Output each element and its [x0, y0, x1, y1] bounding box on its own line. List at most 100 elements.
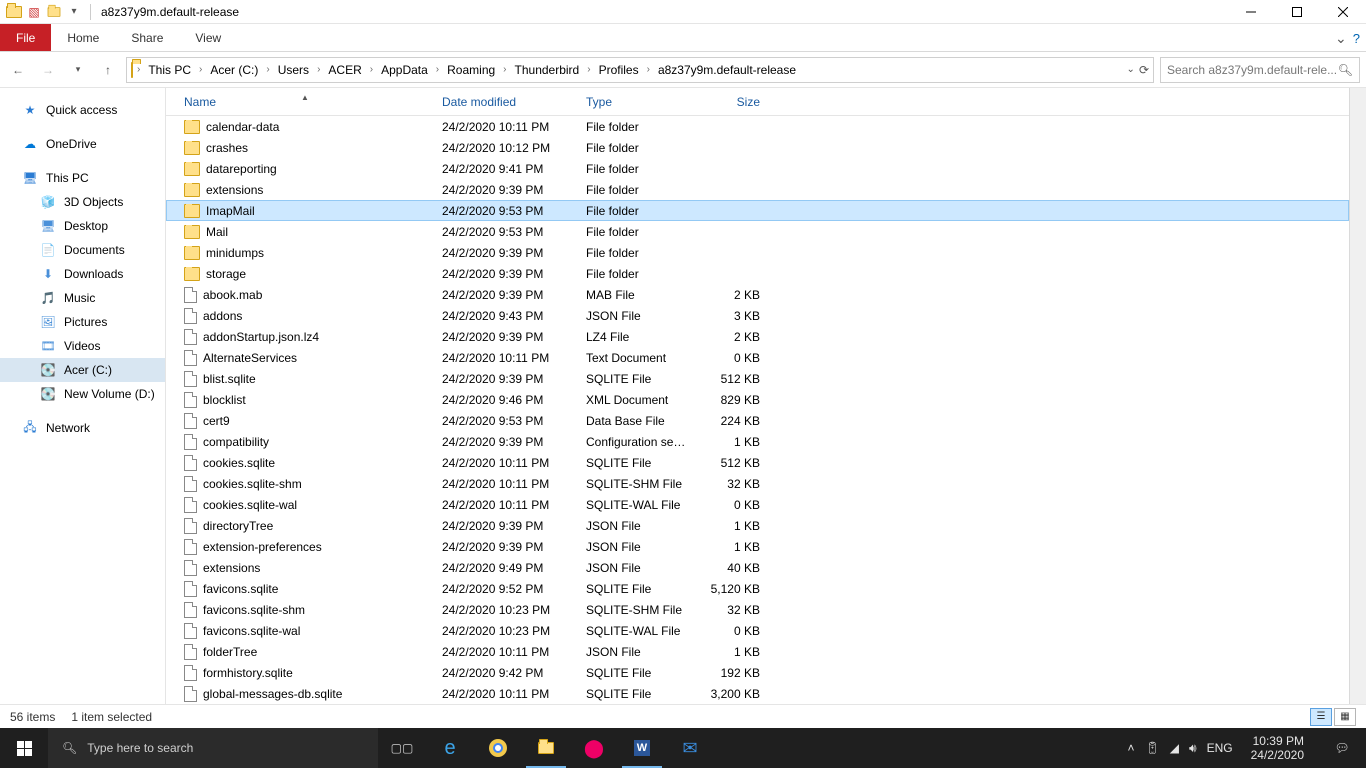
sidebar-item[interactable]: 📄Documents	[0, 238, 165, 262]
vertical-scrollbar[interactable]	[1349, 88, 1366, 704]
sidebar-item[interactable]: 💽Acer (C:)	[0, 358, 165, 382]
sidebar-item[interactable]: 💽New Volume (D:)	[0, 382, 165, 406]
taskbar-explorer[interactable]	[522, 728, 570, 768]
table-row[interactable]: minidumps24/2/2020 9:39 PMFile folder	[166, 242, 1349, 263]
view-thumbnails-button[interactable]: ▦	[1334, 708, 1356, 726]
qat-newfolder-icon[interactable]	[44, 2, 64, 22]
search-icon[interactable]: 🔍︎	[1338, 63, 1353, 77]
volume-icon[interactable]: 🔊︎	[1189, 741, 1197, 756]
table-row[interactable]: Mail24/2/2020 9:53 PMFile folder	[166, 221, 1349, 242]
ribbon-expand-icon[interactable]: ⌄	[1335, 30, 1347, 47]
close-button[interactable]	[1320, 0, 1366, 24]
col-date[interactable]: Date modified	[434, 95, 578, 109]
refresh-icon[interactable]: ⟳	[1139, 63, 1149, 77]
sidebar-item[interactable]: ⬇Downloads	[0, 262, 165, 286]
tab-share[interactable]: Share	[115, 24, 179, 51]
table-row[interactable]: AlternateServices24/2/2020 10:11 PMText …	[166, 347, 1349, 368]
qat-properties-icon[interactable]: ▧	[24, 2, 44, 22]
notifications-button[interactable]: 💬︎	[1322, 728, 1362, 768]
table-row[interactable]: folderTree24/2/2020 10:11 PMJSON File1 K…	[166, 641, 1349, 662]
table-row[interactable]: compatibility24/2/2020 9:39 PMConfigurat…	[166, 431, 1349, 452]
table-row[interactable]: blist.sqlite24/2/2020 9:39 PMSQLITE File…	[166, 368, 1349, 389]
breadcrumb-item[interactable]: ACER	[324, 61, 365, 79]
table-row[interactable]: favicons.sqlite-shm24/2/2020 10:23 PMSQL…	[166, 599, 1349, 620]
breadcrumb-item[interactable]: This PC	[144, 61, 195, 79]
table-row[interactable]: extensions24/2/2020 9:39 PMFile folder	[166, 179, 1349, 200]
language-indicator[interactable]: ENG	[1207, 741, 1233, 755]
table-row[interactable]: datareporting24/2/2020 9:41 PMFile folde…	[166, 158, 1349, 179]
breadcrumb-item[interactable]: AppData	[377, 61, 432, 79]
minimize-button[interactable]	[1228, 0, 1274, 24]
sidebar-quick-access[interactable]: ★ Quick access	[0, 98, 165, 122]
sidebar-item[interactable]: 🎞Videos	[0, 334, 165, 358]
start-button[interactable]	[0, 728, 48, 768]
sidebar-item[interactable]: 🖼Pictures	[0, 310, 165, 334]
tab-home[interactable]: Home	[51, 24, 115, 51]
table-row[interactable]: addonStartup.json.lz424/2/2020 9:39 PMLZ…	[166, 326, 1349, 347]
breadcrumb-item[interactable]: Thunderbird	[511, 61, 584, 79]
table-row[interactable]: abook.mab24/2/2020 9:39 PMMAB File2 KB	[166, 284, 1349, 305]
help-icon[interactable]: ?	[1353, 31, 1360, 46]
table-row[interactable]: extension-preferences24/2/2020 9:39 PMJS…	[166, 536, 1349, 557]
breadcrumb-sep[interactable]: ›	[315, 64, 322, 75]
task-view-button[interactable]: ▢▢	[378, 728, 426, 768]
nav-recent-dropdown[interactable]: ▾	[66, 58, 90, 82]
table-row[interactable]: storage24/2/2020 9:39 PMFile folder	[166, 263, 1349, 284]
nav-back-button[interactable]: ←	[6, 58, 30, 82]
breadcrumb-sep[interactable]: ›	[197, 64, 204, 75]
battery-icon[interactable]: 🔋︎	[1145, 741, 1160, 755]
col-type[interactable]: Type	[578, 95, 696, 109]
breadcrumb-item[interactable]: a8z37y9m.default-release	[654, 61, 800, 79]
breadcrumb-item[interactable]: Roaming	[443, 61, 499, 79]
taskbar-app-1[interactable]: ⬤	[570, 728, 618, 768]
col-size[interactable]: Size	[696, 95, 768, 109]
view-details-button[interactable]: ☰	[1310, 708, 1332, 726]
breadcrumb-sep[interactable]: ›	[645, 64, 652, 75]
address-bar[interactable]: › This PC›Acer (C:)›Users›ACER›AppData›R…	[126, 57, 1154, 83]
taskbar-word[interactable]: W	[618, 728, 666, 768]
table-row[interactable]: formhistory.sqlite24/2/2020 9:42 PMSQLIT…	[166, 662, 1349, 683]
breadcrumb-sep[interactable]: ›	[135, 64, 142, 75]
table-row[interactable]: favicons.sqlite-wal24/2/2020 10:23 PMSQL…	[166, 620, 1349, 641]
table-row[interactable]: blocklist24/2/2020 9:46 PMXML Document82…	[166, 389, 1349, 410]
tab-view[interactable]: View	[179, 24, 237, 51]
table-row[interactable]: favicons.sqlite24/2/2020 9:52 PMSQLITE F…	[166, 578, 1349, 599]
tab-file[interactable]: File	[0, 24, 51, 51]
table-row[interactable]: directoryTree24/2/2020 9:39 PMJSON File1…	[166, 515, 1349, 536]
qat-dropdown-icon[interactable]: ▾	[64, 2, 84, 22]
col-name[interactable]: Name▲	[176, 95, 434, 109]
sidebar-item[interactable]: 🧊3D Objects	[0, 190, 165, 214]
breadcrumb-sep[interactable]: ›	[264, 64, 271, 75]
table-row[interactable]: global-messages-db.sqlite24/2/2020 10:11…	[166, 683, 1349, 704]
breadcrumb-item[interactable]: Users	[274, 61, 313, 79]
sidebar-onedrive[interactable]: ☁ OneDrive	[0, 132, 165, 156]
table-row[interactable]: calendar-data24/2/2020 10:11 PMFile fold…	[166, 116, 1349, 137]
taskbar-chrome[interactable]	[474, 728, 522, 768]
wifi-icon[interactable]: ◢	[1170, 741, 1179, 755]
breadcrumb-sep[interactable]: ›	[434, 64, 441, 75]
search-input[interactable]: Search a8z37y9m.default-rele... 🔍︎	[1160, 57, 1360, 83]
table-row[interactable]: addons24/2/2020 9:43 PMJSON File3 KB	[166, 305, 1349, 326]
table-row[interactable]: crashes24/2/2020 10:12 PMFile folder	[166, 137, 1349, 158]
taskbar-edge[interactable]: e	[426, 728, 474, 768]
taskbar-thunderbird[interactable]: ✉	[666, 728, 714, 768]
address-dropdown-icon[interactable]: ⌄	[1127, 64, 1135, 75]
breadcrumb-sep[interactable]: ›	[501, 64, 508, 75]
table-row[interactable]: cert924/2/2020 9:53 PMData Base File224 …	[166, 410, 1349, 431]
tray-overflow-icon[interactable]: ˄	[1128, 741, 1135, 755]
table-row[interactable]: cookies.sqlite24/2/2020 10:11 PMSQLITE F…	[166, 452, 1349, 473]
nav-forward-button[interactable]: →	[36, 58, 60, 82]
taskbar-clock[interactable]: 10:39 PM 24/2/2020	[1243, 734, 1312, 763]
sidebar-item[interactable]: 🖥Desktop	[0, 214, 165, 238]
table-row[interactable]: cookies.sqlite-shm24/2/2020 10:11 PMSQLI…	[166, 473, 1349, 494]
nav-up-button[interactable]: ↑	[96, 58, 120, 82]
breadcrumb-item[interactable]: Profiles	[595, 61, 643, 79]
taskbar-search[interactable]: 🔍︎ Type here to search	[48, 728, 378, 768]
table-row[interactable]: ImapMail24/2/2020 9:53 PMFile folder	[166, 200, 1349, 221]
breadcrumb-sep[interactable]: ›	[585, 64, 592, 75]
breadcrumb-sep[interactable]: ›	[368, 64, 375, 75]
breadcrumb-item[interactable]: Acer (C:)	[206, 61, 262, 79]
table-row[interactable]: cookies.sqlite-wal24/2/2020 10:11 PMSQLI…	[166, 494, 1349, 515]
sidebar-item[interactable]: 🎵Music	[0, 286, 165, 310]
maximize-button[interactable]	[1274, 0, 1320, 24]
